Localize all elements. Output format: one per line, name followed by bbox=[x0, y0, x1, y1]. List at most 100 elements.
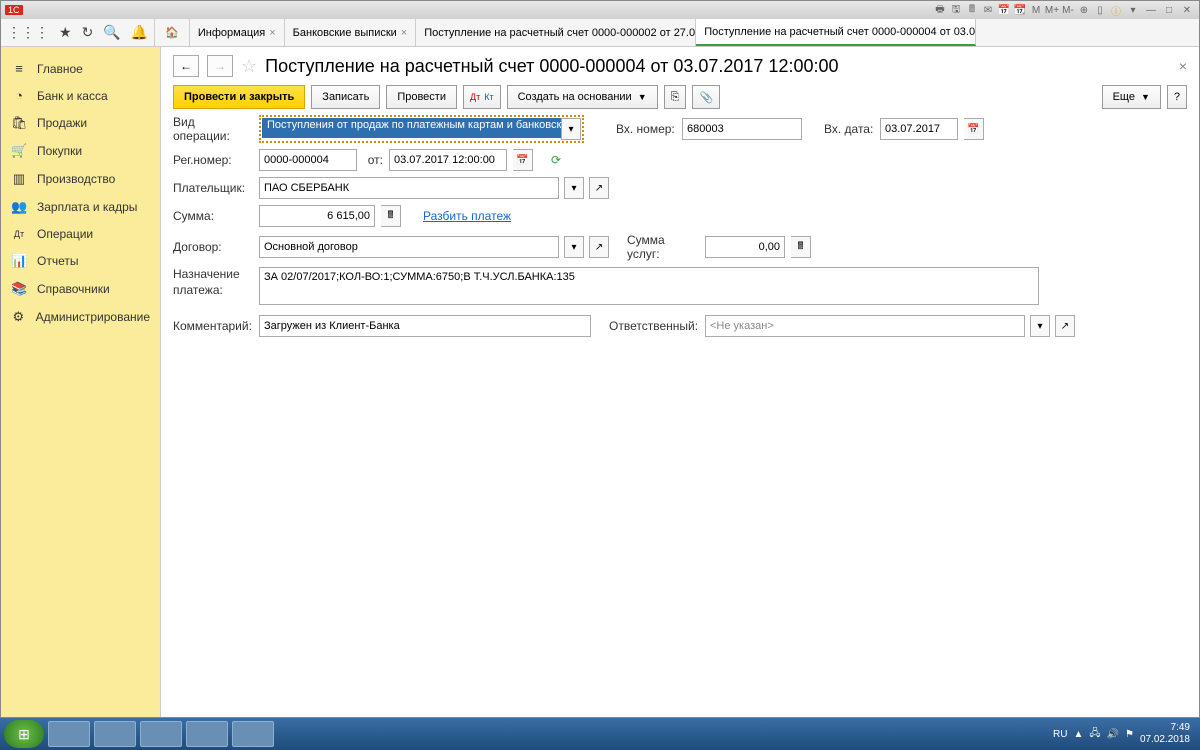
service-sum-input[interactable] bbox=[705, 236, 785, 258]
sales-icon: 🛍 bbox=[11, 115, 27, 131]
m-minus-icon[interactable]: M- bbox=[1061, 3, 1075, 17]
contract-open-button[interactable]: ↗ bbox=[589, 236, 609, 258]
star-icon[interactable]: ★ bbox=[59, 24, 72, 41]
more-button[interactable]: Еще▼ bbox=[1102, 85, 1161, 109]
sidebar-item-purchases[interactable]: 🛒Покупки bbox=[1, 137, 160, 165]
date-icon[interactable]: 📆 bbox=[1013, 3, 1027, 17]
favorite-icon[interactable]: ☆ bbox=[241, 56, 257, 77]
tab-receipt-000002[interactable]: Поступление на расчетный счет 0000-00000… bbox=[416, 19, 696, 46]
attachments-button[interactable]: 📎 bbox=[692, 85, 720, 109]
history-icon[interactable]: ↻ bbox=[82, 24, 94, 41]
close-window-icon[interactable]: ✕ bbox=[1179, 3, 1195, 17]
refresh-icon[interactable]: ⟳ bbox=[551, 153, 561, 167]
back-button[interactable]: ← bbox=[173, 55, 199, 77]
responsible-dropdown[interactable]: ▾ bbox=[1030, 315, 1050, 337]
flag-icon[interactable]: ⚑ bbox=[1125, 729, 1134, 740]
m-icon[interactable]: M bbox=[1029, 3, 1043, 17]
minimize-window-icon[interactable]: — bbox=[1143, 3, 1159, 17]
payer-open-button[interactable]: ↗ bbox=[589, 177, 609, 199]
payer-input[interactable] bbox=[259, 177, 559, 199]
save-button[interactable]: Записать bbox=[311, 85, 380, 109]
sidebar-item-payroll[interactable]: 👥Зарплата и кадры bbox=[1, 193, 160, 221]
task-item[interactable] bbox=[186, 721, 228, 747]
sidebar-item-label: Банк и касса bbox=[37, 89, 108, 103]
contract-input[interactable] bbox=[259, 236, 559, 258]
tab-home[interactable]: 🏠 bbox=[155, 19, 190, 46]
save-icon[interactable]: 🖫 bbox=[949, 3, 963, 17]
reg-num-input[interactable] bbox=[259, 149, 357, 171]
calculator-icon[interactable]: 🖩 bbox=[381, 205, 401, 227]
speaker-icon[interactable]: 🔊 bbox=[1107, 729, 1119, 740]
action-bar: Провести и закрыть Записать Провести ДтК… bbox=[161, 81, 1199, 113]
calc-icon[interactable]: 🖩 bbox=[965, 3, 979, 17]
sidebar-item-bank[interactable]: ◔Банк и касса bbox=[1, 82, 160, 109]
sidebar-item-admin[interactable]: ⚙Администрирование bbox=[1, 303, 160, 331]
tab-info[interactable]: Информация× bbox=[190, 19, 285, 46]
close-icon[interactable]: × bbox=[401, 27, 407, 39]
print-icon[interactable]: 🖶 bbox=[933, 3, 947, 17]
forward-button[interactable]: → bbox=[207, 55, 233, 77]
from-date-input[interactable] bbox=[389, 149, 507, 171]
calendar-icon[interactable]: 📅 bbox=[997, 3, 1011, 17]
calendar-icon[interactable]: 📅 bbox=[513, 149, 533, 171]
apps-icon[interactable]: ⋮⋮⋮ bbox=[7, 24, 49, 41]
sidebar-item-sales[interactable]: 🛍 Продажи bbox=[1, 109, 160, 137]
production-icon: ▥ bbox=[11, 171, 27, 187]
post-and-close-button[interactable]: Провести и закрыть bbox=[173, 85, 305, 109]
calendar-icon[interactable]: 📅 bbox=[964, 118, 984, 140]
help-button[interactable]: ? bbox=[1167, 85, 1187, 109]
op-type-field[interactable]: Поступления от продаж по платежным карта… bbox=[262, 118, 562, 138]
service-sum-label: Сумма услуг: bbox=[627, 233, 699, 261]
sidebar-item-reports[interactable]: 📊Отчеты bbox=[1, 247, 160, 275]
structure-button[interactable]: ⎘ bbox=[664, 85, 687, 109]
task-item[interactable] bbox=[94, 721, 136, 747]
split-payment-link[interactable]: Разбить платеж bbox=[423, 209, 511, 223]
tab-bank-statements[interactable]: Банковские выписки× bbox=[285, 19, 417, 46]
minimize-button[interactable]: ▾ bbox=[1125, 3, 1141, 17]
task-item[interactable] bbox=[232, 721, 274, 747]
clock-time: 7:49 bbox=[1140, 722, 1190, 734]
sidebar-item-dictionaries[interactable]: 📚Справочники bbox=[1, 275, 160, 303]
sum-input[interactable] bbox=[259, 205, 375, 227]
purpose-label: Назначение платежа: bbox=[173, 267, 253, 298]
m-plus-icon[interactable]: M+ bbox=[1045, 3, 1059, 17]
clock[interactable]: 7:49 07.02.2018 bbox=[1140, 722, 1190, 746]
chevron-down-icon: ▼ bbox=[638, 92, 647, 102]
dt-kt-button[interactable]: ДтКт bbox=[463, 85, 501, 109]
calculator-icon[interactable]: 🖩 bbox=[791, 236, 811, 258]
bell-icon[interactable]: 🔔 bbox=[131, 24, 148, 41]
close-icon[interactable]: × bbox=[269, 27, 275, 39]
post-button[interactable]: Провести bbox=[386, 85, 457, 109]
lang-indicator[interactable]: RU bbox=[1053, 729, 1067, 740]
close-page-icon[interactable]: × bbox=[1179, 58, 1187, 74]
contract-dropdown[interactable]: ▾ bbox=[564, 236, 584, 258]
tab-receipt-000004[interactable]: Поступление на расчетный счет 0000-00000… bbox=[696, 19, 976, 46]
sidebar-item-label: Администрирование bbox=[36, 310, 150, 324]
start-button[interactable]: ⊞ bbox=[4, 720, 44, 748]
sidebar-item-main[interactable]: ≡Главное bbox=[1, 55, 160, 82]
create-based-button[interactable]: Создать на основании▼ bbox=[507, 85, 658, 109]
network-icon[interactable]: 🖧 bbox=[1089, 726, 1100, 743]
ext-num-input[interactable] bbox=[682, 118, 802, 140]
ext-date-input[interactable] bbox=[880, 118, 958, 140]
zoom-icon[interactable]: ⊕ bbox=[1077, 3, 1091, 17]
task-item[interactable] bbox=[48, 721, 90, 747]
responsible-open-button[interactable]: ↗ bbox=[1055, 315, 1075, 337]
mail-icon[interactable]: ✉ bbox=[981, 3, 995, 17]
payer-dropdown[interactable]: ▾ bbox=[564, 177, 584, 199]
sidebar-item-production[interactable]: ▥ Производство bbox=[1, 165, 160, 193]
comment-input[interactable] bbox=[259, 315, 591, 337]
responsible-input[interactable] bbox=[705, 315, 1025, 337]
sidebar-item-label: Продажи bbox=[37, 116, 87, 130]
search-icon[interactable]: 🔍 bbox=[103, 24, 120, 41]
cart-icon: 🛒 bbox=[11, 143, 27, 159]
sidebar-item-operations[interactable]: ДтОперации bbox=[1, 221, 160, 247]
sidebar-item-label: Производство bbox=[37, 172, 115, 186]
purpose-textarea[interactable]: ЗА 02/07/2017;КОЛ-ВО:1;СУММА:6750;В Т.Ч.… bbox=[259, 267, 1039, 305]
info-icon[interactable]: ⓘ bbox=[1109, 3, 1123, 17]
maximize-window-icon[interactable]: □ bbox=[1161, 3, 1177, 17]
tray-icon[interactable]: ▲ bbox=[1073, 729, 1083, 740]
panel-icon[interactable]: ▯ bbox=[1093, 3, 1107, 17]
op-type-dropdown[interactable]: ▾ bbox=[561, 118, 581, 140]
task-item[interactable] bbox=[140, 721, 182, 747]
